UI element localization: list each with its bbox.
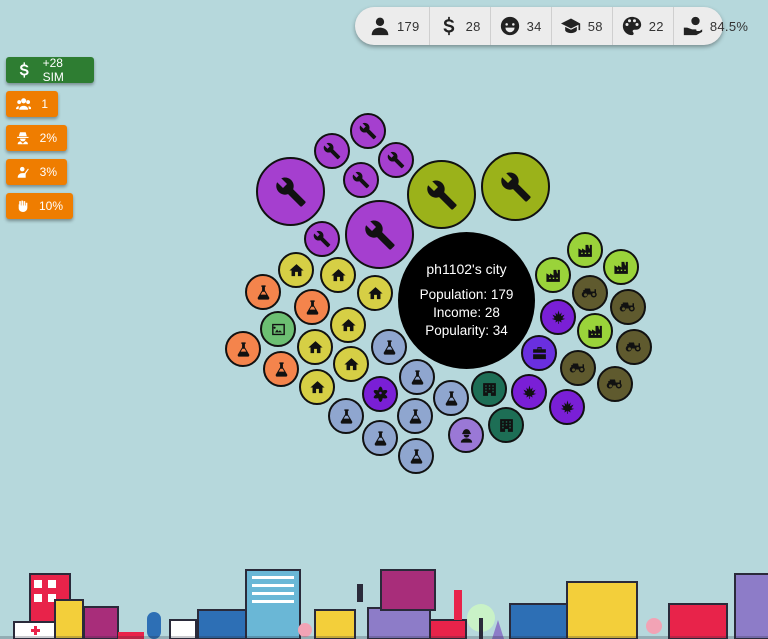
purple-small-wrench-bubble[interactable] <box>314 133 350 169</box>
house-bubble[interactable] <box>357 275 393 311</box>
flask-icon <box>235 341 252 358</box>
science-bubble[interactable] <box>362 420 398 456</box>
business-bubble[interactable] <box>521 335 557 371</box>
plant-bubble[interactable] <box>511 374 547 410</box>
farm-bubble[interactable] <box>610 289 646 325</box>
purple-small-wrench-bubble[interactable] <box>378 142 414 178</box>
factory-bubble[interactable] <box>567 232 603 268</box>
tractor-icon <box>625 338 643 356</box>
farm-bubble[interactable] <box>572 275 608 311</box>
factory-bubble[interactable] <box>577 313 613 349</box>
wrench-icon <box>323 142 341 160</box>
house-icon <box>288 262 305 279</box>
flask-icon <box>408 448 425 465</box>
wrench-icon <box>387 151 405 169</box>
purple-small-wrench-bubble[interactable] <box>343 162 379 198</box>
house-bubble[interactable] <box>330 307 366 343</box>
flask-icon <box>372 430 389 447</box>
atom-bubble[interactable] <box>362 376 398 412</box>
lab-bubble[interactable] <box>245 274 281 310</box>
worker-icon <box>458 427 475 444</box>
flask-icon <box>409 369 426 386</box>
science-bubble[interactable] <box>399 359 435 395</box>
flask-icon <box>273 361 290 378</box>
tractor-icon <box>619 298 637 316</box>
city-name: ph1102's city <box>426 261 507 277</box>
city-population: Population: 179 <box>419 287 514 302</box>
lab-bubble[interactable] <box>263 351 299 387</box>
office-bubble[interactable] <box>471 371 507 407</box>
plant-bubble[interactable] <box>540 299 576 335</box>
city-icon <box>498 417 515 434</box>
flask-icon <box>407 408 424 425</box>
factory-icon <box>545 267 562 284</box>
wrench-icon <box>359 122 377 140</box>
purple-large-wrench-bubble[interactable] <box>345 200 414 269</box>
lab-bubble[interactable] <box>225 331 261 367</box>
city-popularity: Popularity: 34 <box>425 323 508 338</box>
tractor-icon <box>581 284 599 302</box>
lab-bubble[interactable] <box>294 289 330 325</box>
science-bubble[interactable] <box>328 398 364 434</box>
worker-bubble[interactable] <box>448 417 484 453</box>
wrench-icon <box>426 179 458 211</box>
factory-icon <box>587 323 604 340</box>
wrench-icon <box>275 176 307 208</box>
city-summary-circle[interactable]: ph1102's city Population: 179 Income: 28… <box>398 232 535 369</box>
purple-small-wrench-bubble[interactable] <box>350 113 386 149</box>
leaf-icon <box>559 399 576 416</box>
gallery-bubble[interactable] <box>260 311 296 347</box>
atom-icon <box>372 386 389 403</box>
house-icon <box>367 285 384 302</box>
house-icon <box>309 379 326 396</box>
factory-icon <box>577 242 594 259</box>
house-bubble[interactable] <box>278 252 314 288</box>
house-bubble[interactable] <box>297 329 333 365</box>
farm-bubble[interactable] <box>616 329 652 365</box>
tractor-icon <box>606 375 624 393</box>
picture-icon <box>270 321 287 338</box>
factory-bubble[interactable] <box>535 257 571 293</box>
briefcase-icon <box>531 345 548 362</box>
house-bubble[interactable] <box>320 257 356 293</box>
science-bubble[interactable] <box>371 329 407 365</box>
house-icon <box>330 267 347 284</box>
flask-icon <box>304 299 321 316</box>
house-icon <box>343 356 360 373</box>
building-bubbles <box>0 0 768 639</box>
purple-large-wrench-bubble[interactable] <box>256 157 325 226</box>
wrench-icon <box>500 171 532 203</box>
farm-bubble[interactable] <box>560 350 596 386</box>
science-bubble[interactable] <box>397 398 433 434</box>
wrench-icon <box>313 230 331 248</box>
science-bubble[interactable] <box>398 438 434 474</box>
house-bubble[interactable] <box>299 369 335 405</box>
house-icon <box>340 317 357 334</box>
farm-bubble[interactable] <box>597 366 633 402</box>
wrench-icon <box>364 219 396 251</box>
flask-icon <box>255 284 272 301</box>
flask-icon <box>338 408 355 425</box>
flask-icon <box>443 390 460 407</box>
city-income: Income: 28 <box>433 305 500 320</box>
city-skyline-illustration <box>0 569 768 639</box>
science-bubble[interactable] <box>433 380 469 416</box>
leaf-icon <box>550 309 567 326</box>
city-icon <box>481 381 498 398</box>
wrench-icon <box>352 171 370 189</box>
office-bubble[interactable] <box>488 407 524 443</box>
tractor-icon <box>569 359 587 377</box>
flask-icon <box>381 339 398 356</box>
leaf-icon <box>521 384 538 401</box>
olive-large-wrench-bubble[interactable] <box>407 160 476 229</box>
purple-small-wrench-bubble[interactable] <box>304 221 340 257</box>
house-bubble[interactable] <box>333 346 369 382</box>
olive-large-wrench-bubble[interactable] <box>481 152 550 221</box>
house-icon <box>307 339 324 356</box>
plant-bubble[interactable] <box>549 389 585 425</box>
factory-icon <box>613 259 630 276</box>
factory-bubble[interactable] <box>603 249 639 285</box>
